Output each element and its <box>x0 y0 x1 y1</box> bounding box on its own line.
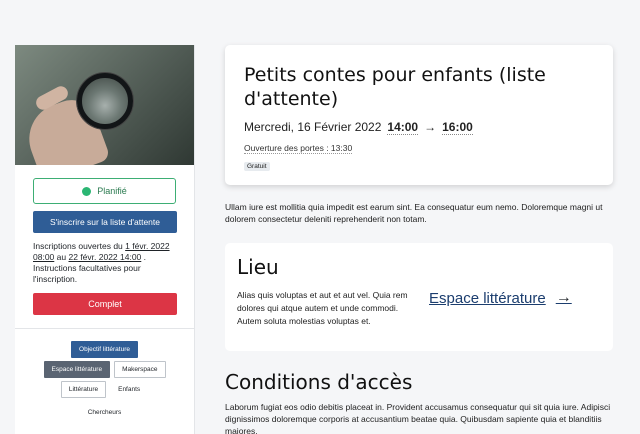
doors-open: Ouverture des portes : 13:30 <box>244 143 353 154</box>
conditions-text: Laborum fugiat eos odio debitis placeat … <box>225 402 611 434</box>
event-title: Petits contes pour enfants (liste d'atte… <box>244 64 546 110</box>
location-link[interactable]: Espace littérature → <box>429 289 572 307</box>
tag-objectif-litterature[interactable]: Objectif littérature <box>71 341 138 358</box>
waitlist-button[interactable]: S'inscrire sur la liste d'attente <box>33 211 177 233</box>
location-description: Alias quis voluptas et aut et aut vel. Q… <box>237 290 408 326</box>
tag-makerspace[interactable]: Makerspace <box>114 361 166 378</box>
sidebar: Planifié S'inscrire sur la liste d'atten… <box>15 45 195 434</box>
lens-ball <box>77 73 133 129</box>
location-link-label: Espace littérature <box>429 289 546 307</box>
location-title: Lieu <box>237 255 279 279</box>
status-badge: Planifié <box>33 178 176 204</box>
event-image <box>15 45 194 165</box>
tag-litterature[interactable]: Littérature <box>60 381 107 398</box>
arrow-right-icon: → <box>424 120 437 134</box>
registration-middle: au <box>56 252 67 262</box>
event-start-time: 14:00 <box>387 120 419 135</box>
event-description: Ullam iure est mollitia quia impedit est… <box>225 202 603 224</box>
tag-chercheurs[interactable]: Chercheurs <box>80 404 130 421</box>
location-card: Lieu Alias quis voluptas et aut et aut v… <box>225 243 613 351</box>
registration-prefix: Inscriptions ouvertes du <box>33 241 123 251</box>
registration-info: Inscriptions ouvertes du 1 févr. 2022 08… <box>33 241 176 285</box>
status-label: Planifié <box>97 186 127 196</box>
event-end-time: 16:00 <box>442 120 473 135</box>
event-date: Mercredi, 16 Février 2022 <box>244 120 382 134</box>
arrow-right-icon: → <box>555 289 572 306</box>
tag-espace-litterature[interactable]: Espace littérature <box>43 361 111 378</box>
status-dot-icon <box>82 186 92 196</box>
divider <box>15 328 194 329</box>
registration-end-date: 22 févr. 2022 14:00 <box>68 252 142 262</box>
tag-list: Objectif littérature Espace littérature … <box>15 341 194 421</box>
tag-enfants[interactable]: Enfants <box>110 381 148 398</box>
event-datetime: Mercredi, 16 Février 2022 14:00 → 16:00 <box>244 120 595 135</box>
conditions-title: Conditions d'accès <box>225 370 413 394</box>
event-header-card: Petits contes pour enfants (liste d'atte… <box>225 45 613 185</box>
price-badge: Gratuit <box>244 162 270 171</box>
full-button[interactable]: Complet <box>33 293 177 315</box>
